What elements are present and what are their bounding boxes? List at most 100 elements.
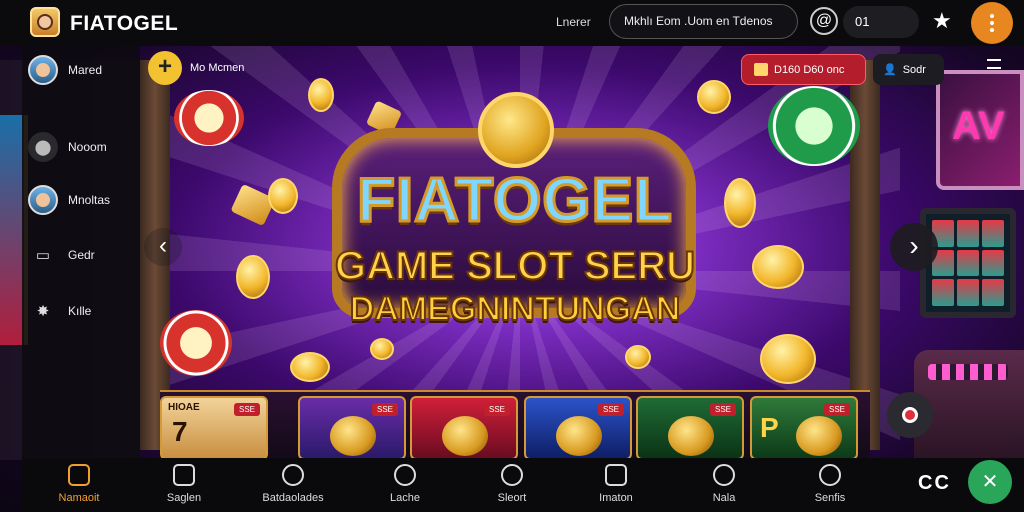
search-icon (501, 464, 523, 486)
game-card-badge: SSE (823, 403, 850, 416)
hero-title: FIATOGEL (356, 165, 674, 237)
document-icon (605, 464, 627, 486)
gold-coin (236, 255, 270, 299)
nav-item-6[interactable]: Imaton (571, 462, 661, 510)
card-icon: ▭ (35, 247, 51, 264)
avatar (28, 185, 58, 215)
sidebar-item-label: Kılle (68, 304, 92, 318)
sidebar-item-label: Gedr (68, 248, 95, 262)
plus-icon: + (148, 51, 182, 85)
gold-coin (370, 338, 394, 360)
nav-label: Senfis (814, 492, 846, 504)
treasure-icon (330, 416, 376, 456)
hero-subtitle: GAME SLOT SERU (334, 243, 696, 289)
carousel-prev-button[interactable]: ‹ (144, 228, 182, 266)
sidebar-item-profile[interactable]: Mared (28, 54, 102, 86)
gold-coin (697, 80, 731, 114)
sidebar-item-label: Mnoltas (68, 193, 111, 207)
game-card[interactable]: SSE (636, 396, 744, 460)
sidebar-item-players[interactable]: Mnoltas (28, 184, 110, 216)
bowl-icon (796, 416, 842, 456)
bottom-nav: Namaoit Saglen Batdaolades Lache Sleort … (22, 458, 1024, 512)
avatar (28, 55, 58, 85)
cc-icon[interactable]: CC (918, 472, 951, 495)
record-icon (902, 407, 918, 423)
nav-label: Sleort (497, 492, 527, 504)
carousel-next-button[interactable]: › (890, 223, 938, 271)
gold-coin (290, 352, 330, 382)
sidebar-item-label: Mared (68, 63, 103, 77)
nav-label: Imaton (599, 492, 633, 504)
game-card[interactable]: HIOAE 7 SSE (160, 396, 268, 460)
location-pin-icon: ⬤ (28, 132, 58, 162)
game-card-number: 7 (172, 416, 188, 447)
nav-item-8[interactable]: Senfis (785, 462, 875, 510)
gem-icon (442, 416, 488, 456)
gold-coin (268, 178, 298, 214)
casino-chip (174, 90, 244, 146)
user-icon: 👤 (883, 64, 897, 76)
brand-logo[interactable] (30, 7, 60, 37)
star-settings-icon[interactable]: ★ (932, 9, 952, 33)
settings-icon (713, 464, 735, 486)
gift-icon (754, 63, 768, 76)
nav-label: Namaoit (58, 492, 100, 504)
game-card[interactable]: SSE (410, 396, 518, 460)
nav-label: Batdaolades (262, 492, 324, 504)
sidebar-item-hot[interactable]: ✸ Kılle (28, 295, 92, 327)
pot-icon (668, 416, 714, 456)
game-card-strip: HIOAE 7 SSE SSE SSE SSE SSE P SSE (160, 390, 870, 460)
nav-item-2[interactable]: Saglen (139, 462, 229, 510)
home-icon (68, 464, 90, 486)
promo-button[interactable]: D160 D60 onc (741, 54, 866, 85)
top-header: FIATOGEL Lnerer Mkhlı Eom .Uom en Tdenos… (0, 0, 1024, 46)
brand-name[interactable]: FIATOGEL (70, 12, 178, 36)
game-card-badge: SSE (597, 403, 624, 416)
counter-pill[interactable]: 01 (843, 6, 919, 38)
game-card-caption: HIOAE (168, 402, 200, 413)
game-card-badge: SSE (483, 403, 510, 416)
equals-icon[interactable] (987, 59, 1001, 69)
sidebar-item-location[interactable]: ⬤ Nooom (28, 131, 107, 163)
gold-coin (760, 334, 816, 384)
gold-coin (308, 78, 334, 112)
user-button[interactable]: 👤 Sodr (873, 54, 944, 85)
fire-icon: ✸ (36, 303, 50, 320)
chest-icon (556, 416, 602, 456)
record-button[interactable] (887, 392, 933, 438)
game-card-badge: SSE (709, 403, 736, 416)
sidebar-item-label: Nooom (68, 140, 107, 154)
chat-icon (819, 464, 841, 486)
game-card[interactable]: P SSE (750, 396, 858, 460)
location-icon (282, 464, 304, 486)
nav-item-7[interactable]: Nala (679, 462, 769, 510)
search-field[interactable]: Mkhlı Eom .Uom en Tdenos (609, 4, 798, 39)
shop-icon (173, 464, 195, 486)
sidebar-item-card[interactable]: ▭ Gedr (28, 239, 95, 271)
game-card-badge: SSE (233, 403, 260, 416)
header-label[interactable]: Lnerer (556, 15, 591, 29)
at-sign-icon[interactable]: @ (810, 7, 838, 35)
hero-subtitle-2: DAMEGNINTUNGAN (349, 289, 682, 329)
add-label: Mo Mcmen (190, 62, 245, 74)
gear-icon (394, 464, 416, 486)
casino-chip (160, 310, 232, 376)
page-root: AV FIATOGEL Lnerer Mkhlı Eom .Uom en Tde… (0, 0, 1024, 512)
nav-item-home[interactable]: Namaoit (34, 462, 124, 510)
add-button[interactable]: + Mo Mcmen (148, 50, 284, 86)
sidebar: Mared ⬤ Nooom Mnoltas ▭ Gedr ✸ Kılle (22, 46, 140, 458)
nav-item-4[interactable]: Lache (360, 462, 450, 510)
gold-coin (625, 345, 651, 369)
nav-label: Saglen (166, 492, 202, 504)
game-card-number: P (760, 412, 779, 443)
game-card-badge: SSE (371, 403, 398, 416)
more-menu-button[interactable] (971, 2, 1013, 44)
nav-item-3[interactable]: Batdaolades (248, 462, 338, 510)
casino-chip (768, 86, 860, 166)
user-label: Sodr (902, 63, 926, 76)
game-card[interactable]: SSE (298, 396, 406, 460)
game-card[interactable]: SSE (524, 396, 632, 460)
nav-item-search[interactable]: Sleort (467, 462, 557, 510)
gold-coin (752, 245, 804, 289)
floating-action-button[interactable]: ✕ (968, 460, 1012, 504)
